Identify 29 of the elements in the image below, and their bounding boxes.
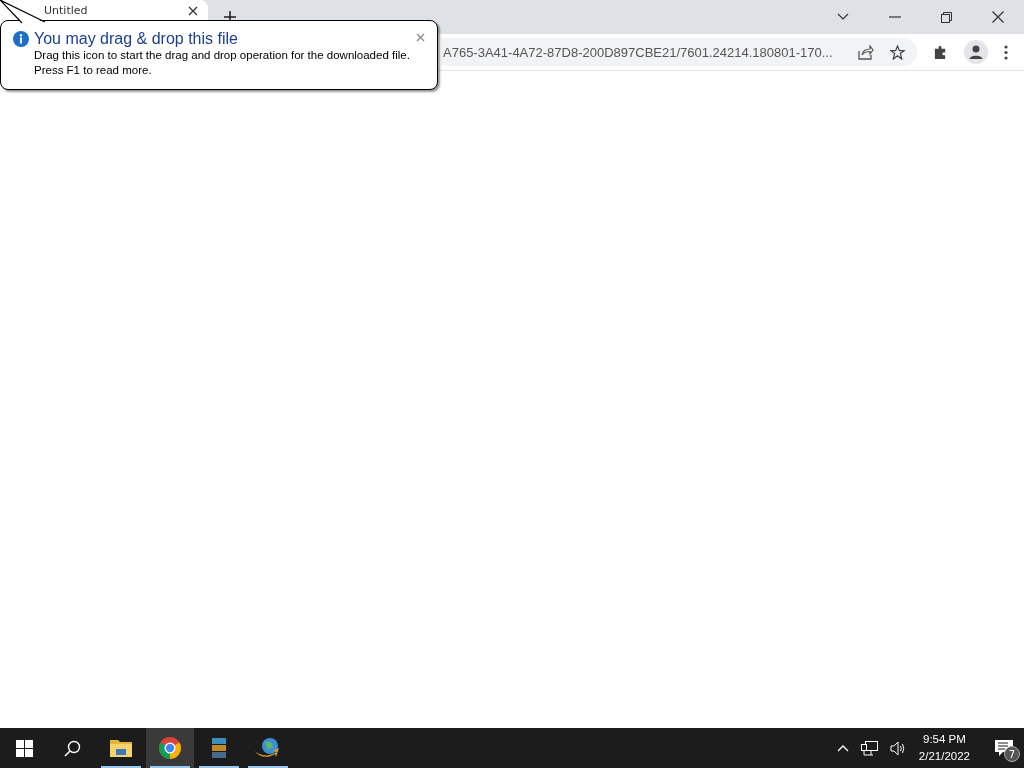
stacked-books-icon: [212, 738, 226, 758]
puzzle-icon[interactable]: [933, 44, 948, 60]
share-icon[interactable]: [858, 44, 874, 60]
tab-search-icon[interactable]: [837, 13, 849, 21]
balloon-hint: Press F1 to read more.: [34, 63, 153, 78]
chevron-up-icon[interactable]: [836, 744, 849, 752]
person-icon: [968, 44, 984, 60]
clock[interactable]: 9:54 PM 2/21/2022: [918, 731, 970, 765]
network-icon[interactable]: [860, 740, 878, 756]
close-icon[interactable]: [188, 6, 198, 16]
close-icon[interactable]: [992, 11, 1004, 23]
star-icon[interactable]: [890, 44, 905, 60]
notification-count: 7: [1004, 746, 1020, 762]
search-icon: [63, 739, 81, 757]
date-text: 2/21/2022: [918, 749, 970, 764]
restore-icon[interactable]: [941, 11, 952, 23]
folder-icon: [110, 739, 132, 757]
profile-button[interactable]: [964, 40, 988, 64]
action-center-button[interactable]: 7: [984, 728, 1024, 768]
globe-arrow-icon: [255, 737, 281, 759]
taskbar-app[interactable]: [146, 728, 194, 768]
address-bar[interactable]: A765-3A41-4A72-87D8-200D897CBE21/7601.24214.180801-170...: [441, 38, 917, 66]
info-icon: [13, 31, 29, 47]
time-text: 9:54 PM: [923, 732, 966, 747]
menu-icon[interactable]: [1004, 44, 1008, 60]
speaker-icon[interactable]: [889, 740, 907, 756]
windows-icon: [15, 739, 33, 757]
browser-icon: [158, 736, 182, 760]
balloon-message: Drag this icon to start the drag and drop operation for the downloaded file.: [34, 48, 411, 63]
